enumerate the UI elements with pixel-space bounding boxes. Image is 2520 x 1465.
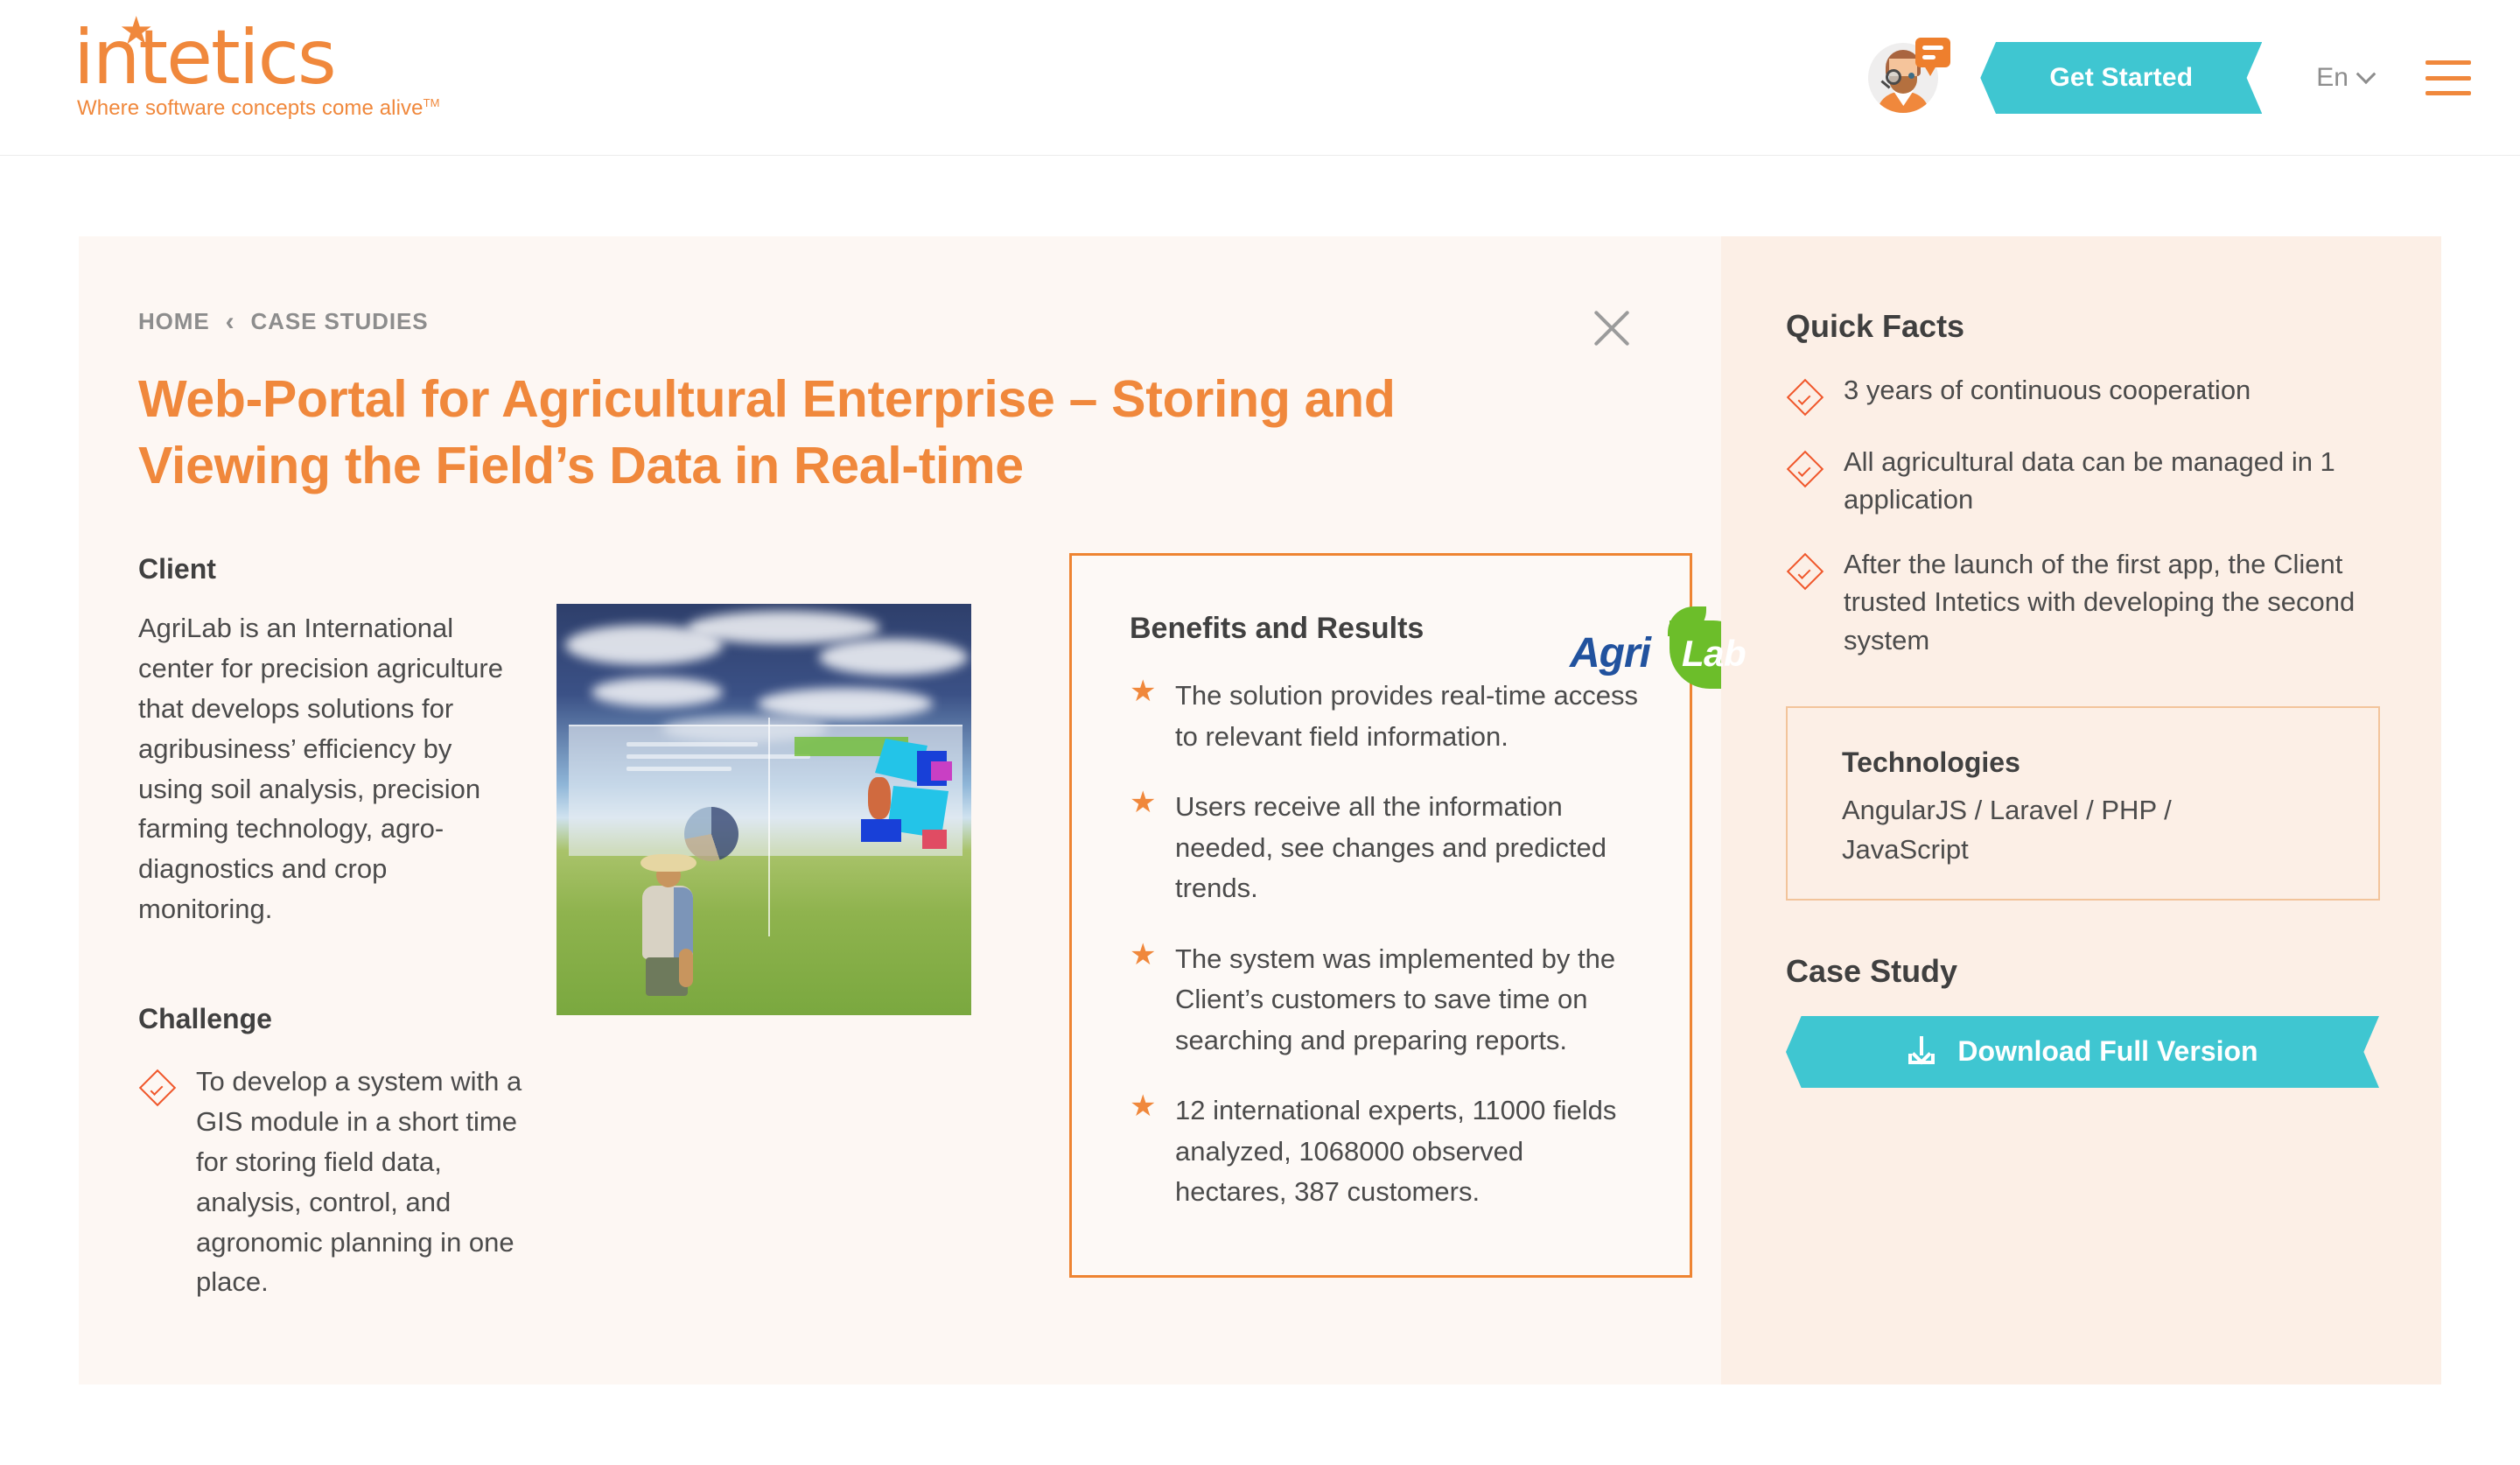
site-logo[interactable]: ★ intetics Where software concepts come … [74, 12, 441, 138]
list-item: 3 years of continuous cooperation [1786, 371, 2380, 417]
technologies-box: Technologies AngularJS / Laravel / PHP /… [1786, 705, 2380, 901]
chat-line [1922, 55, 1936, 60]
overlay-field-map [858, 735, 971, 858]
hamburger-menu-icon[interactable] [2426, 60, 2471, 95]
list-item: To develop a system with a GIS module in… [138, 1062, 556, 1302]
diamond-check-icon [1786, 552, 1824, 591]
star-icon: ★ [119, 10, 154, 53]
client-challenge-column: Client AgriLab is an International cente… [138, 553, 556, 1302]
client-description: AgriLab is an International center for p… [138, 613, 503, 925]
get-started-button[interactable]: Get Started [1980, 42, 2263, 114]
farmer-hat [640, 854, 696, 873]
overlay-pie-chart [684, 807, 738, 862]
breadcrumb-home[interactable]: HOME [138, 308, 210, 335]
star-bullet-icon: ★ [1130, 1090, 1157, 1124]
map-parcel [922, 830, 947, 850]
quick-fact-text: After the launch of the first app, the C… [1844, 548, 2356, 655]
case-content-row: Client AgriLab is an International cente… [138, 553, 1721, 1302]
breadcrumb-separator-icon: ‹ [225, 306, 235, 336]
quick-fact-text: 3 years of continuous cooperation [1844, 375, 2251, 405]
overlay-text-line [626, 754, 810, 760]
star-bullet-icon: ★ [1130, 937, 1157, 971]
list-item: After the launch of the first app, the C… [1786, 545, 2380, 659]
star-bullet-icon: ★ [1130, 675, 1157, 709]
benefits-heading: Benefits and Results [1130, 612, 1424, 646]
client-logo-agrilab: Agri Lab [1566, 606, 1754, 691]
diamond-check-icon [1786, 378, 1824, 417]
benefit-item-text: Users receive all the information needed… [1175, 791, 1606, 904]
benefits-column: Benefits and Results ★ The solution prov… [1029, 553, 1692, 1302]
map-parcel [931, 761, 952, 782]
case-study-card: HOME ‹ CASE STUDIES Web-Portal for Agric… [79, 236, 2441, 1384]
logo-mark: ★ intetics [74, 12, 441, 102]
menu-bar [2426, 75, 2471, 81]
page-title: Web-Portal for Agricultural Enterprise –… [138, 370, 1396, 494]
map-parcel [868, 777, 891, 820]
technologies-value: AngularJS / Laravel / PHP / JavaScript [1842, 794, 2172, 865]
language-selector[interactable]: En [2316, 63, 2376, 93]
star-bullet-icon: ★ [1130, 786, 1157, 820]
case-sidebar: Quick Facts 3 years of continuous cooper… [1721, 236, 2441, 1384]
diamond-check-icon [1786, 450, 1824, 488]
logo-wordmark: intetics [74, 14, 337, 102]
technologies-heading: Technologies [1842, 746, 2020, 778]
chevron-down-icon [2356, 64, 2376, 85]
overlay-text-line [626, 767, 732, 772]
chat-line [1922, 46, 1944, 50]
case-main-column: HOME ‹ CASE STUDIES Web-Portal for Agric… [79, 236, 1754, 1384]
hero-image [556, 604, 971, 1016]
menu-bar [2426, 60, 2471, 65]
farmer-arm [679, 949, 693, 988]
challenge-heading: Challenge [138, 1003, 272, 1035]
cloud-shape [688, 611, 880, 645]
download-full-version-button[interactable]: Download Full Version [1786, 1015, 2379, 1088]
cloud-shape [592, 677, 723, 708]
farmer-figure [634, 854, 707, 1008]
challenge-block: Challenge To develop a system with a GIS… [138, 1003, 556, 1302]
client-heading: Client [138, 553, 216, 585]
avatar[interactable] [1868, 38, 1951, 118]
case-study-heading: Case Study [1786, 952, 1958, 989]
list-item: ★ 12 international experts, 11000 fields… [1130, 1090, 1639, 1213]
diamond-check-icon [138, 1069, 177, 1107]
quick-facts-heading: Quick Facts [1786, 308, 1965, 344]
dashboard-overlay [569, 718, 962, 937]
overlay-divider [768, 718, 770, 937]
map-parcel [861, 819, 901, 843]
breadcrumb: HOME ‹ CASE STUDIES [138, 308, 1721, 335]
list-item: ★ The solution provides real-time access… [1130, 675, 1639, 757]
list-item: ★ Users receive all the information need… [1130, 786, 1639, 909]
chat-bubble-icon[interactable] [1915, 38, 1951, 76]
breadcrumb-case-studies[interactable]: CASE STUDIES [251, 308, 429, 335]
challenge-item-text: To develop a system with a GIS module in… [196, 1066, 522, 1298]
list-item: All agricultural data can be managed in … [1786, 443, 2380, 519]
client-logo-lab-text: Lab [1682, 633, 1746, 674]
header-actions: Get Started En [1868, 0, 2471, 156]
download-button-label: Download Full Version [1957, 1035, 2258, 1068]
cloud-shape [819, 639, 968, 676]
language-label: En [2316, 63, 2348, 92]
menu-bar [2426, 91, 2471, 95]
cloud-shape [758, 688, 933, 720]
overlay-text-line [626, 742, 758, 747]
download-icon [1907, 1035, 1936, 1068]
quick-fact-text: All agricultural data can be managed in … [1844, 446, 2335, 515]
list-item: ★ The system was implemented by the Clie… [1130, 937, 1639, 1062]
site-header: ★ intetics Where software concepts come … [0, 0, 2520, 156]
benefit-item-text: 12 international experts, 11000 fields a… [1175, 1095, 1617, 1208]
benefit-item-text: The system was implemented by the Client… [1175, 943, 1616, 1055]
client-logo-agri-text: Agri [1570, 630, 1651, 676]
close-icon[interactable] [1588, 305, 1635, 352]
hero-image-column [556, 553, 1029, 1302]
